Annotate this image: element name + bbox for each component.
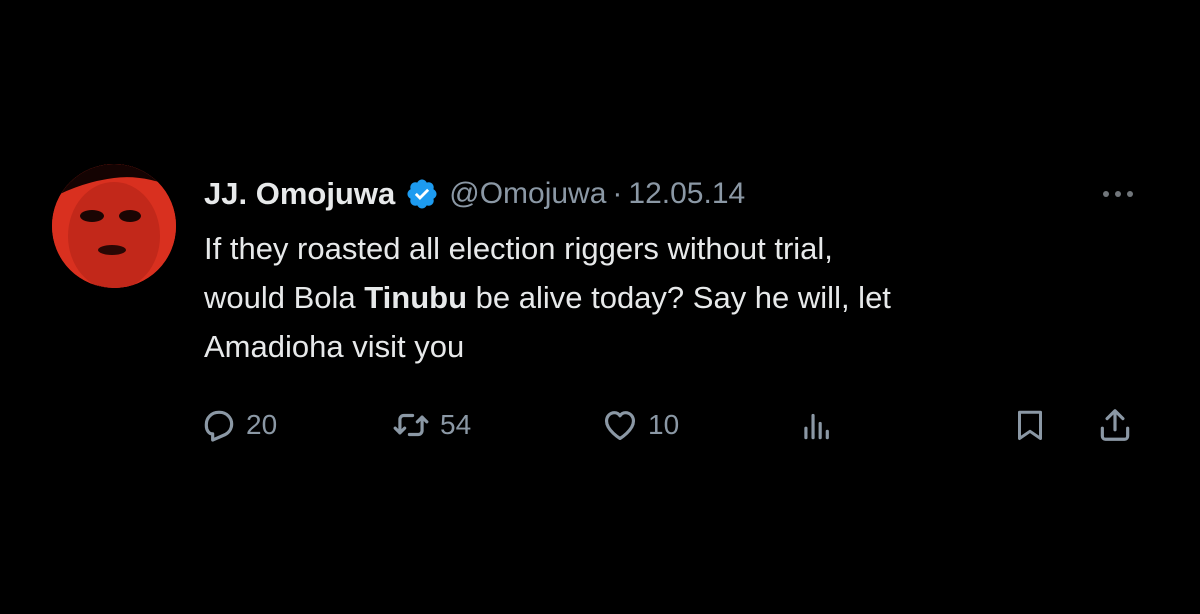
tweet-text-line-1: If they roasted all election riggers wit… [204,231,833,266]
tweet-text-segment: would Bola [204,280,365,315]
verified-badge-icon [405,177,439,211]
tweet-text-segment: be alive today? Say he will, let [467,280,891,315]
tweet-text-bold-segment: Tinubu [364,280,468,315]
bookmark-button[interactable] [1012,400,1048,450]
action-bar: 20 54 10 [200,400,1150,450]
views-button[interactable] [798,400,836,450]
like-count: 10 [648,409,680,440]
reply-button[interactable]: 20 [200,400,277,450]
avatar-portrait-icon [52,164,176,288]
tweet-header: JJ. Omojuwa @Omojuwa · 12.05.14 [204,172,745,216]
reply-icon [200,406,238,444]
tweet-text-line-3: Amadioha visit you [204,329,465,364]
tweet-date[interactable]: 12.05.14 [628,177,745,211]
share-icon [1096,406,1134,444]
tweet-text-line-2: would Bola Tinubu be alive today? Say he… [204,273,1164,322]
share-button[interactable] [1096,400,1134,450]
like-button[interactable]: 10 [600,400,679,450]
more-options-icon[interactable] [1086,178,1150,210]
tweet-text: If they roasted all election riggers wit… [204,224,1164,371]
reply-count: 20 [246,409,278,440]
avatar[interactable] [52,164,176,288]
heart-icon [600,406,640,444]
display-name[interactable]: JJ. Omojuwa [204,176,395,212]
bookmark-icon [1012,406,1048,444]
retweet-icon [390,406,432,444]
separator-dot: · [612,177,623,210]
retweet-count: 54 [440,409,472,440]
views-chart-icon [798,406,836,444]
retweet-button[interactable]: 54 [390,400,471,450]
author-handle[interactable]: @Omojuwa [449,177,606,211]
tweet-card[interactable]: JJ. Omojuwa @Omojuwa · 12.05.14 If they … [0,0,1200,614]
